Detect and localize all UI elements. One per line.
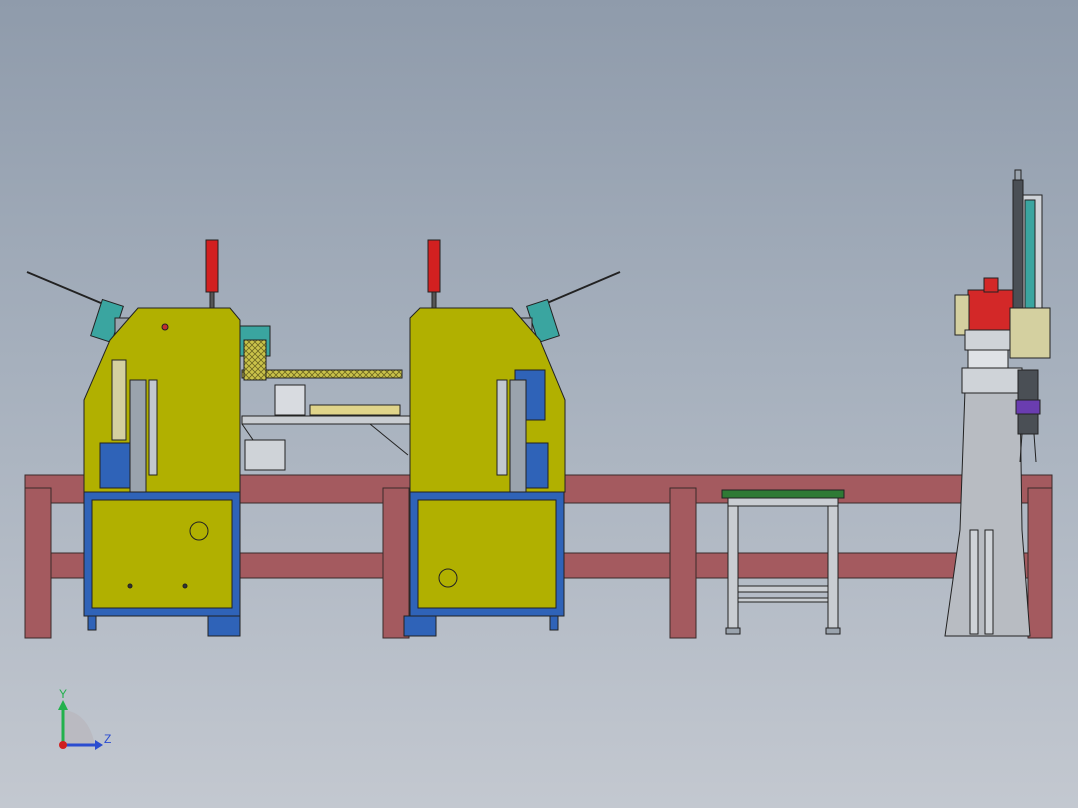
y-axis-label: Y <box>59 687 67 701</box>
orientation-triad: Y Z <box>58 687 111 750</box>
y-axis-head <box>58 700 68 710</box>
cad-viewport[interactable]: Y Z <box>0 0 1078 808</box>
triad-arc <box>63 710 95 745</box>
z-axis-label: Z <box>104 732 111 746</box>
conveyor-bridge <box>239 325 411 471</box>
z-axis-head <box>95 740 103 750</box>
assembly-drawing: Y Z <box>24 169 1053 750</box>
x-axis-dot <box>59 741 67 749</box>
